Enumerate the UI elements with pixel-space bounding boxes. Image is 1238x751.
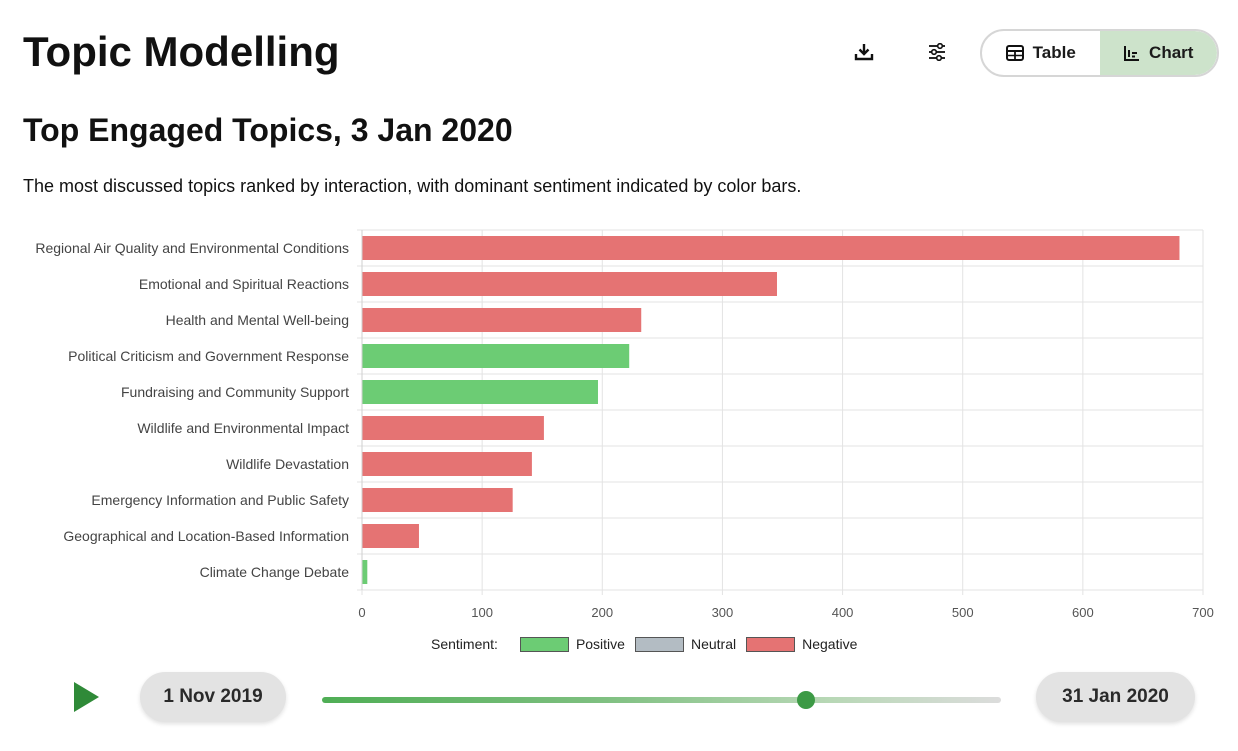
download-icon <box>854 44 874 61</box>
y-category-label: Health and Mental Well-being <box>166 312 349 328</box>
y-category-label: Climate Change Debate <box>200 564 350 580</box>
y-category-label: Wildlife and Environmental Impact <box>137 420 349 436</box>
x-tick-label: 0 <box>358 605 365 620</box>
y-category-label: Geographical and Location-Based Informat… <box>63 528 349 544</box>
y-category-label: Wildlife Devastation <box>226 456 349 472</box>
bar <box>362 560 368 584</box>
topic-bar-chart: 0 100 200 300 400 500 600 700 Regional Air Quali… <box>35 229 1214 620</box>
x-tick-label: 500 <box>952 605 974 620</box>
y-category-label: Political Criticism and Government Respo… <box>68 348 349 364</box>
y-category-label: Regional Air Quality and Environmental C… <box>35 240 349 256</box>
legend-text-positive: Positive <box>575 636 625 652</box>
x-tick-label: 100 <box>471 605 493 620</box>
x-tick-label: 700 <box>1192 605 1214 620</box>
chart-view-label: Chart <box>1149 43 1194 62</box>
start-date-button[interactable]: 1 Nov 2019 <box>140 672 286 722</box>
settings-button[interactable] <box>921 36 953 68</box>
bar <box>362 236 1180 260</box>
x-tick-label: 600 <box>1072 605 1094 620</box>
legend-swatch-negative <box>746 636 796 652</box>
table-icon <box>1005 45 1024 61</box>
sentiment-legend: Sentiment: Positive Neutral Negative <box>431 634 867 654</box>
timeline-slider-thumb[interactable] <box>797 691 815 709</box>
bar <box>362 452 532 476</box>
legend-text-neutral: Neutral <box>690 636 737 652</box>
end-date-button[interactable]: 31 Jan 2020 <box>1036 672 1195 722</box>
y-category-label: Emotional and Spiritual Reactions <box>139 276 349 292</box>
bar <box>362 344 630 368</box>
legend-item-neutral: Neutral <box>634 636 737 652</box>
bar <box>362 524 419 548</box>
download-button[interactable] <box>848 36 880 68</box>
bar <box>362 488 513 512</box>
play-icon <box>74 682 99 712</box>
timeline-slider-track[interactable] <box>322 697 1001 703</box>
chart-title: Top Engaged Topics, 3 Jan 2020 <box>23 112 513 148</box>
y-category-label: Emergency Information and Public Safety <box>91 492 349 508</box>
bar <box>362 272 777 296</box>
legend-swatch-positive <box>519 636 569 652</box>
legend-text-negative: Negative <box>802 636 858 652</box>
play-button[interactable] <box>70 680 102 714</box>
table-view-button[interactable]: Table <box>982 31 1100 75</box>
legend-item-positive: Positive <box>519 636 625 652</box>
legend-swatch-neutral <box>634 636 684 652</box>
x-tick-label: 200 <box>591 605 613 620</box>
y-category-label: Fundraising and Community Support <box>121 384 349 400</box>
bar-chart-icon <box>1124 45 1140 61</box>
sliders-icon <box>929 43 945 61</box>
view-toggle: Table Chart <box>980 29 1219 77</box>
x-tick-label: 300 <box>712 605 734 620</box>
chart-subtitle: The most discussed topics ranked by inte… <box>23 176 802 196</box>
legend-item-negative: Negative <box>746 636 857 652</box>
topic-modelling-card: Topic Modelling Table Chart Top Engaged … <box>0 0 1238 751</box>
bar <box>362 416 544 440</box>
legend-label: Sentiment: <box>431 636 498 652</box>
table-view-label: Table <box>1032 43 1076 62</box>
bar <box>362 308 642 332</box>
page-title: Topic Modelling <box>23 28 340 75</box>
bar <box>362 380 598 404</box>
x-tick-label: 400 <box>832 605 854 620</box>
chart-view-button[interactable]: Chart <box>1099 31 1217 75</box>
